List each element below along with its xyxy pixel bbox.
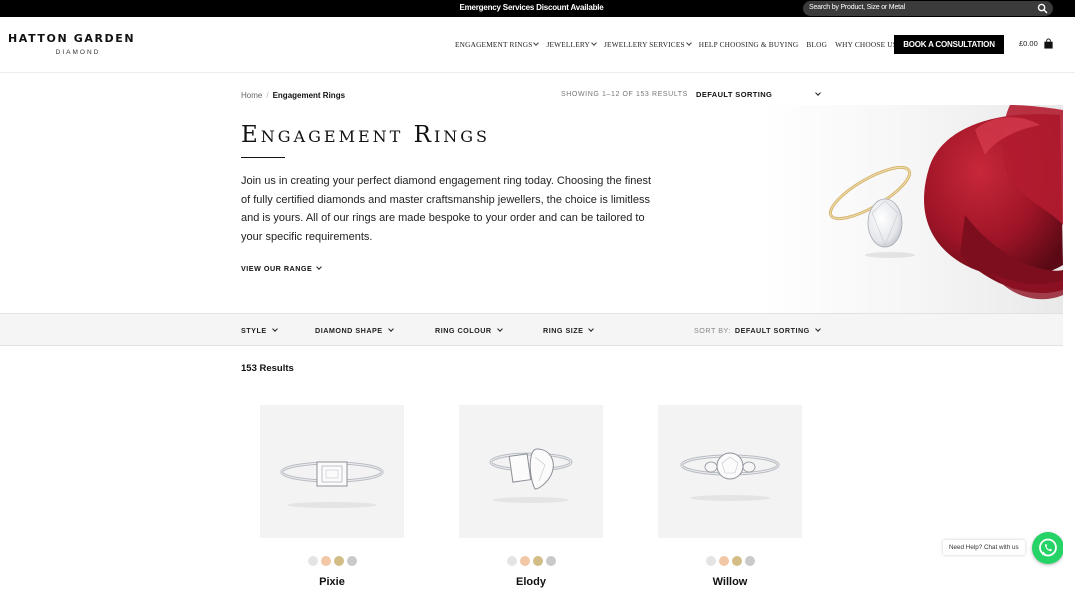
filter-bar: Style Diamond Shape Ring Colour Ring Siz…: [0, 313, 1063, 346]
site-header: HATTON GARDEN DIAMOND Engagement Rings J…: [0, 17, 1075, 73]
nav-jewellery[interactable]: Jewellery: [546, 40, 597, 49]
product-image[interactable]: [658, 405, 802, 538]
breadcrumb: Home / Engagement Rings: [241, 91, 345, 100]
search-icon[interactable]: [1037, 3, 1048, 14]
filter-sort-by[interactable]: Sort by: Default sorting: [694, 326, 821, 335]
chevron-down-icon: [814, 326, 821, 332]
sort-value: Default sorting: [696, 90, 773, 99]
logo-main-text: HATTON GARDEN: [8, 32, 136, 45]
filter-diamond-shape[interactable]: Diamond Shape: [315, 326, 394, 335]
breadcrumb-home[interactable]: Home: [241, 91, 262, 100]
swatch-yellow-gold[interactable]: [333, 556, 344, 566]
cart-total[interactable]: £0.00: [1019, 39, 1038, 48]
title-divider: [241, 157, 285, 158]
chevron-down-icon: [533, 40, 540, 46]
product-name[interactable]: Willow: [658, 576, 802, 588]
page-edge: [1063, 73, 1075, 608]
help-chat-label[interactable]: Need Help? Chat with us: [943, 540, 1025, 555]
metal-swatches: [658, 556, 802, 566]
intro-text: Join us in creating your perfect diamond…: [241, 175, 652, 243]
swatch-rose-gold[interactable]: [718, 556, 729, 566]
nav-label: Help Choosing & Buying: [698, 40, 799, 49]
swatch-platinum[interactable]: [705, 556, 716, 566]
nav-help-choosing[interactable]: Help Choosing & Buying: [699, 40, 799, 49]
chevron-down-icon: [387, 326, 394, 332]
chevron-down-icon: [316, 264, 323, 270]
nav-jewellery-services[interactable]: Jewellery Services: [604, 40, 692, 49]
filter-label: Diamond Shape: [315, 326, 383, 335]
chevron-down-icon: [591, 40, 597, 46]
filter-ring-size[interactable]: Ring Size: [543, 326, 595, 335]
search-input[interactable]: Search by Product, Size or Metal: [803, 1, 1053, 16]
swatch-yellow-gold[interactable]: [731, 556, 742, 566]
search-placeholder: Search by Product, Size or Metal: [809, 4, 905, 11]
chevron-down-icon: [815, 90, 821, 96]
product-name[interactable]: Elody: [459, 576, 603, 588]
sort-by-label: Sort by:: [694, 326, 731, 335]
swatch-white-gold[interactable]: [744, 556, 755, 566]
swatch-white-gold[interactable]: [346, 556, 357, 566]
filter-label: Ring Colour: [435, 326, 492, 335]
main-nav: Engagement Rings Jewellery Jewellery Ser…: [455, 40, 908, 49]
product-name[interactable]: Pixie: [260, 576, 404, 588]
logo-sub-text: DIAMOND: [55, 49, 101, 56]
swatch-white-gold[interactable]: [545, 556, 556, 566]
results-count: Showing 1–12 of 153 results: [561, 91, 688, 98]
chevron-down-icon: [496, 326, 503, 332]
swatch-rose-gold[interactable]: [519, 556, 530, 566]
nav-label: Blog: [806, 40, 828, 49]
chevron-down-icon: [271, 326, 278, 332]
bag-icon[interactable]: [1043, 38, 1054, 49]
whatsapp-button[interactable]: [1032, 532, 1064, 564]
product-image[interactable]: [459, 405, 603, 538]
book-consultation-button[interactable]: BOOK A CONSULTATION: [894, 35, 1004, 54]
swatch-platinum[interactable]: [506, 556, 517, 566]
sort-by-value: Default sorting: [734, 326, 810, 335]
nav-engagement-rings[interactable]: Engagement Rings: [455, 40, 540, 49]
chevron-down-icon: [588, 326, 595, 332]
nav-label: Jewellery Services: [604, 40, 685, 49]
filter-style[interactable]: Style: [241, 326, 278, 335]
page-title: Engagement Rings: [241, 122, 491, 148]
filter-label: Style: [241, 326, 267, 335]
nav-blog[interactable]: Blog: [806, 40, 827, 49]
nav-label: Engagement Rings: [455, 40, 533, 49]
product-card[interactable]: Willow: [658, 405, 802, 588]
metal-swatches: [260, 556, 404, 566]
product-card[interactable]: Elody: [459, 405, 603, 588]
sort-select[interactable]: Default sorting: [696, 90, 824, 99]
hero-ring-image: [760, 105, 1063, 313]
nav-label: Why Choose Us?: [835, 40, 901, 49]
nav-why-choose-us[interactable]: Why Choose Us?: [835, 40, 900, 49]
swatch-yellow-gold[interactable]: [532, 556, 543, 566]
announcement-bar: Emergency Services Discount Available Se…: [0, 0, 1075, 17]
whatsapp-icon: [1039, 538, 1057, 557]
swatch-rose-gold[interactable]: [320, 556, 331, 566]
chevron-down-icon: [685, 40, 692, 46]
swatch-platinum[interactable]: [307, 556, 318, 566]
breadcrumb-separator: /: [266, 91, 269, 100]
breadcrumb-current: Engagement Rings: [272, 91, 346, 100]
view-range-label: View our range: [241, 264, 313, 273]
metal-swatches: [459, 556, 603, 566]
site-logo[interactable]: HATTON GARDEN DIAMOND: [8, 32, 138, 56]
results-heading: 153 Results: [241, 363, 294, 374]
nav-label: Jewellery: [546, 40, 590, 49]
product-image[interactable]: [260, 405, 404, 538]
product-card[interactable]: Pixie: [260, 405, 404, 588]
filter-ring-colour[interactable]: Ring Colour: [435, 326, 503, 335]
view-range-link[interactable]: View our range: [241, 264, 323, 273]
filter-label: Ring Size: [543, 326, 584, 335]
